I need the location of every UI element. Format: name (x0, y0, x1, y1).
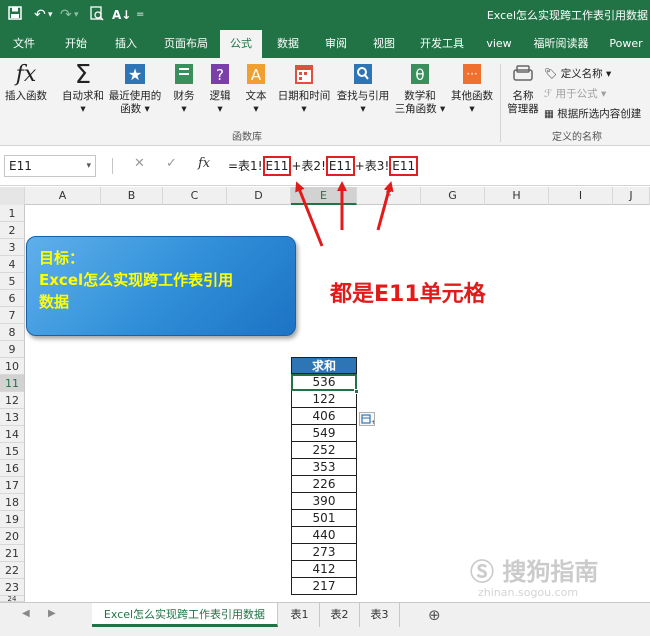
table-cell[interactable]: 390 (291, 493, 357, 510)
fill-handle[interactable] (354, 389, 359, 394)
table-cell[interactable]: 440 (291, 527, 357, 544)
sheet-tab-bar: ◀ ▶ Excel怎么实现跨工作表引用数据 表1 表2 表3 ⊕ (0, 602, 650, 636)
table-cell[interactable]: 412 (291, 561, 357, 578)
sheet-tab-3[interactable]: 表3 (360, 603, 400, 627)
sum-table: 求和 536 122 406 549 252 353 226 390 501 4… (291, 357, 357, 595)
table-cell[interactable]: 252 (291, 442, 357, 459)
table-cell[interactable]: 226 (291, 476, 357, 493)
table-cell-selected[interactable]: 536 (291, 374, 357, 391)
next-sheet-icon[interactable]: ▶ (48, 608, 56, 619)
prev-sheet-icon[interactable]: ◀ (22, 608, 30, 619)
watermark-url: zhinan.sogou.com (478, 586, 579, 599)
sheet-tab-main[interactable]: Excel怎么实现跨工作表引用数据 (92, 603, 278, 627)
table-header[interactable]: 求和 (291, 357, 357, 374)
watermark-logo-icon: Ⓢ (470, 558, 494, 586)
table-cell[interactable]: 217 (291, 578, 357, 595)
sheet-tab-2[interactable]: 表2 (320, 603, 360, 627)
table-cell[interactable]: 501 (291, 510, 357, 527)
arrow-1 (295, 181, 324, 247)
add-sheet-icon[interactable]: ⊕ (428, 606, 441, 624)
table-cell[interactable]: 353 (291, 459, 357, 476)
svg-text:+: + (371, 419, 374, 425)
sheet-tab-1[interactable]: 表1 (280, 603, 320, 627)
watermark-text: Ⓢ 搜狗指南 (470, 558, 599, 586)
arrow-3 (376, 181, 394, 231)
table-cell[interactable]: 273 (291, 544, 357, 561)
table-cell[interactable]: 122 (291, 391, 357, 408)
table-cell[interactable]: 549 (291, 425, 357, 442)
paste-options-icon[interactable]: + (359, 412, 376, 426)
table-cell[interactable]: 406 (291, 408, 357, 425)
